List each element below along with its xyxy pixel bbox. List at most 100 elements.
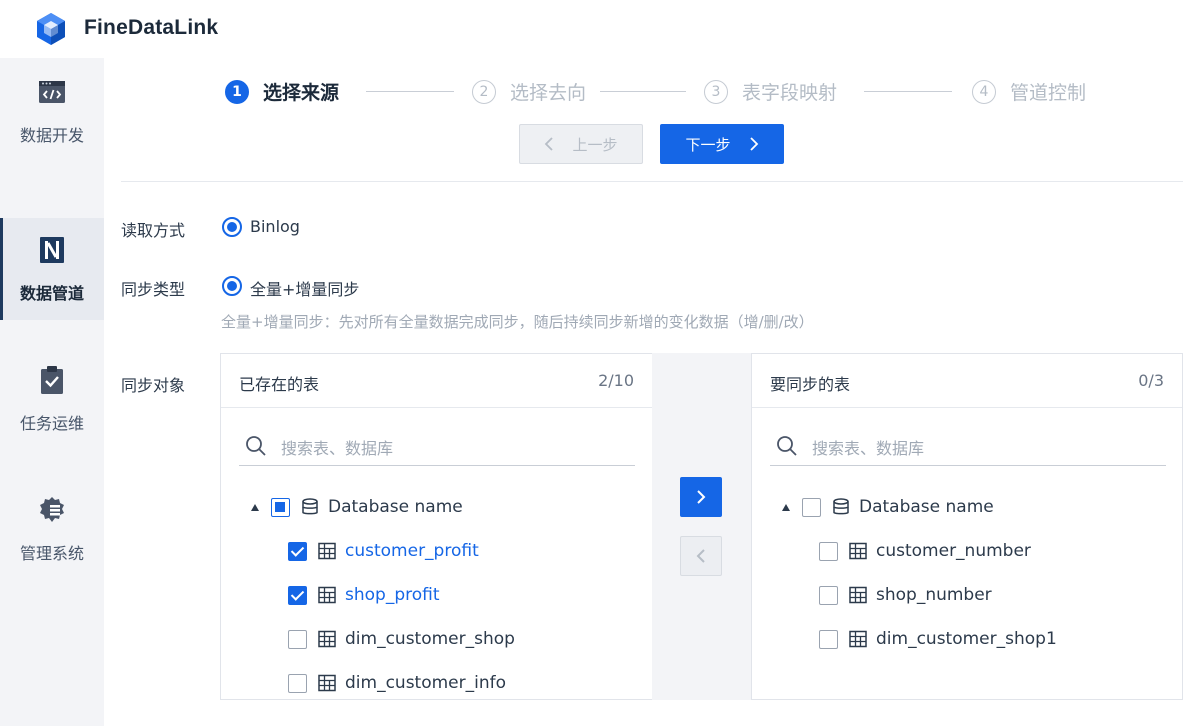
sidebar-item-label: 数据开发 (19, 126, 84, 145)
table-name: dim_customer_info (345, 673, 507, 693)
next-step-button[interactable]: 下一步 (660, 124, 784, 164)
sync-type-radio[interactable] (222, 276, 242, 296)
step-progress: 1 选择来源 2 选择去向 3 表字段映射 4 管道控制 (104, 58, 1200, 118)
chevron-right-icon (749, 137, 758, 151)
chevron-left-icon (545, 137, 554, 151)
database-icon (833, 498, 849, 515)
step-pipeline-control: 4 管道控制 (972, 78, 1086, 105)
table-row[interactable]: dim_customer_info (288, 669, 506, 697)
table-icon (318, 630, 336, 648)
logo-icon (37, 13, 65, 45)
step-label: 选择来源 (263, 82, 340, 104)
table-checkbox[interactable] (819, 629, 838, 649)
step-select-source: 1 选择来源 (225, 78, 339, 105)
search-placeholder: 搜索表、数据库 (812, 439, 925, 458)
table-checkbox[interactable] (819, 541, 838, 561)
step-connector (864, 91, 952, 92)
database-checkbox[interactable] (802, 497, 821, 517)
database-checkbox[interactable] (271, 497, 290, 517)
database-node[interactable]: Database name (782, 493, 994, 521)
panel-header: 要同步的表 0/3 (752, 354, 1182, 408)
sidebar-item-label: 管理系统 (19, 544, 84, 563)
gear-icon (40, 497, 64, 522)
sidebar-item-label: 数据管道 (19, 284, 84, 303)
database-name: Database name (328, 497, 463, 517)
main-panel: 1 选择来源 2 选择去向 3 表字段映射 4 管道控制 上一步 下一步 读取方… (104, 58, 1200, 726)
sidebar-item-task-ops[interactable]: 任务运维 (0, 348, 104, 450)
pipeline-icon (40, 237, 64, 263)
step-field-mapping: 3 表字段映射 (704, 78, 837, 105)
app-title: FineDataLink (84, 16, 219, 39)
database-name: Database name (859, 497, 994, 517)
sync-type-label: 同步类型 (121, 280, 186, 299)
step-number: 2 (472, 79, 496, 104)
search-input[interactable]: 搜索表、数据库 (770, 428, 1166, 466)
table-checkbox[interactable] (288, 541, 307, 561)
table-icon (318, 586, 336, 604)
chevron-left-icon (696, 549, 705, 563)
table-row[interactable]: shop_profit (288, 581, 440, 609)
table-icon (849, 630, 867, 648)
sync-tables-panel: 要同步的表 0/3 搜索表、数据库 Database name customer… (751, 353, 1183, 700)
sync-type-hint: 全量+增量同步：先对所有全量数据完成同步，随后持续同步新增的变化数据（增/删/改… (221, 313, 814, 331)
panel-title: 要同步的表 (770, 375, 851, 394)
sidebar-item-label: 任务运维 (19, 414, 84, 433)
step-number: 4 (972, 79, 996, 104)
move-left-button[interactable] (680, 536, 722, 576)
step-label: 管道控制 (1010, 82, 1087, 104)
table-name: dim_customer_shop1 (876, 629, 1057, 649)
app-header: FineDataLink (0, 0, 1200, 58)
prev-step-button[interactable]: 上一步 (519, 124, 643, 164)
table-name: dim_customer_shop (345, 629, 515, 649)
table-checkbox[interactable] (288, 585, 307, 605)
step-number: 1 (225, 79, 249, 104)
panel-count: 0/3 (1138, 371, 1164, 390)
step-connector (366, 91, 454, 92)
table-name: shop_number (876, 585, 992, 605)
step-connector (600, 91, 686, 92)
transfer-controls (652, 353, 752, 700)
collapse-caret-icon[interactable] (782, 503, 790, 511)
panel-title: 已存在的表 (239, 375, 320, 394)
table-icon (318, 542, 336, 560)
table-row[interactable]: customer_number (819, 537, 1031, 565)
collapse-caret-icon[interactable] (251, 503, 259, 511)
step-label: 表字段映射 (742, 82, 838, 104)
search-input[interactable]: 搜索表、数据库 (239, 428, 635, 466)
code-window-icon (39, 81, 65, 103)
table-row[interactable]: shop_number (819, 581, 992, 609)
table-row[interactable]: dim_customer_shop (288, 625, 515, 653)
next-step-label: 下一步 (685, 135, 731, 154)
table-icon (849, 586, 867, 604)
sync-type-value: 全量+增量同步 (250, 280, 360, 299)
sidebar-item-admin[interactable]: 管理系统 (0, 478, 104, 580)
read-mode-radio[interactable] (222, 217, 242, 237)
read-mode-value: Binlog (250, 217, 300, 236)
database-icon (302, 498, 318, 515)
sidebar-item-data-pipeline[interactable]: 数据管道 (0, 218, 104, 320)
existing-tables-panel: 已存在的表 2/10 搜索表、数据库 Database name custome… (220, 353, 653, 700)
prev-step-label: 上一步 (572, 135, 618, 154)
database-node[interactable]: Database name (251, 493, 463, 521)
panel-header: 已存在的表 2/10 (221, 354, 652, 408)
table-row[interactable]: dim_customer_shop1 (819, 625, 1057, 653)
table-icon (318, 674, 336, 692)
table-checkbox[interactable] (819, 585, 838, 605)
table-checkbox[interactable] (288, 629, 307, 649)
step-label: 选择去向 (510, 82, 587, 104)
section-divider (121, 181, 1183, 182)
clipboard-check-icon (41, 366, 63, 394)
table-checkbox[interactable] (288, 673, 307, 693)
search-icon (246, 436, 266, 456)
sync-object-label: 同步对象 (121, 376, 186, 395)
sidebar-item-data-dev[interactable]: 数据开发 (0, 60, 104, 162)
panel-count: 2/10 (598, 371, 634, 390)
sidebar: 数据开发 数据管道 任务运维 管理系统 (0, 58, 104, 726)
table-row[interactable]: customer_profit (288, 537, 479, 565)
search-icon (777, 436, 797, 456)
table-icon (849, 542, 867, 560)
move-right-button[interactable] (680, 477, 722, 517)
step-number: 3 (704, 79, 728, 104)
read-mode-label: 读取方式 (121, 221, 186, 240)
table-name: customer_profit (345, 541, 479, 561)
